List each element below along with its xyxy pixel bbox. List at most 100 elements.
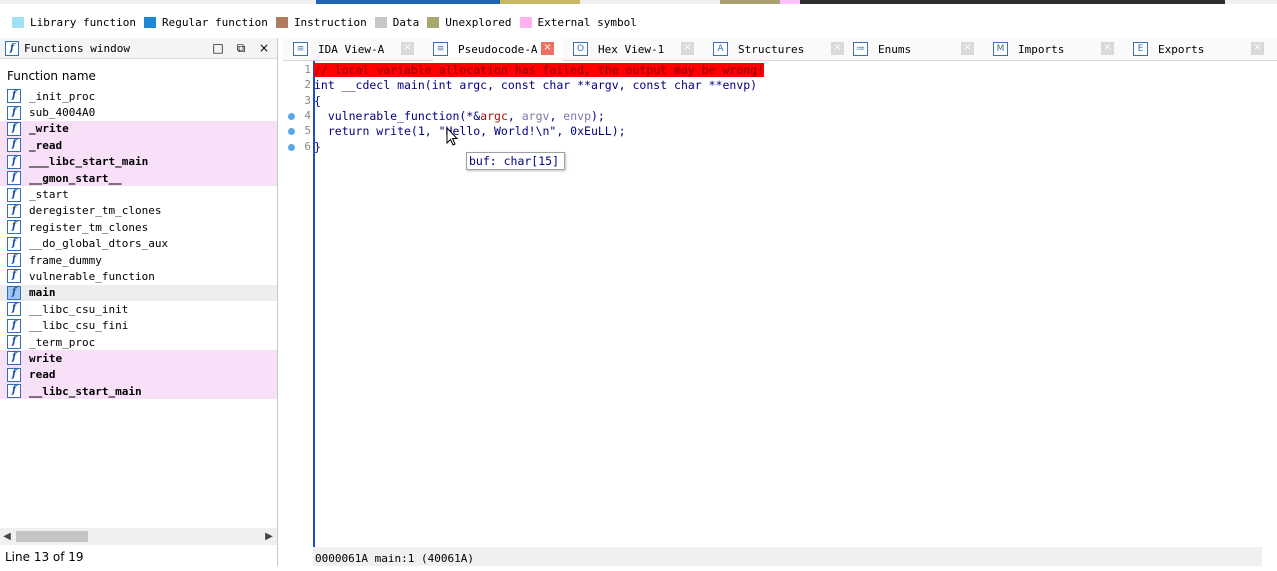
- function-name: __gmon_start__: [29, 171, 122, 185]
- function-name: main: [29, 286, 56, 300]
- code-token-argv[interactable]: argv: [522, 109, 550, 123]
- function-row[interactable]: f ___libc_start_main: [0, 153, 277, 170]
- tab-label: Enums: [878, 42, 912, 56]
- horizontal-scrollbar[interactable]: ◀ ▶: [0, 528, 277, 545]
- code-line-4[interactable]: vulnerable_function(*&argc, argv, envp);: [314, 109, 605, 123]
- tab-view-icon: A: [713, 42, 728, 56]
- tab-view-icon: ≡: [433, 42, 448, 56]
- navigation-band[interactable]: [0, 0, 1277, 4]
- tab-structures[interactable]: A Structures ×: [713, 38, 853, 60]
- function-row[interactable]: f __libc_start_main: [0, 383, 277, 400]
- scroll-left-icon[interactable]: ◀: [0, 528, 14, 545]
- scroll-right-icon[interactable]: ▶: [262, 528, 276, 545]
- function-icon: f: [7, 187, 21, 202]
- function-name: _init_proc: [29, 89, 96, 103]
- tab-label: Pseudocode-A: [458, 42, 538, 56]
- legend-swatch: [143, 16, 156, 28]
- code-token-argc[interactable]: argc: [480, 109, 508, 123]
- function-row[interactable]: f __libc_csu_fini: [0, 317, 277, 333]
- tab-view-icon: ≔: [853, 42, 868, 56]
- variable-tooltip: buf: char[15]: [466, 152, 565, 170]
- line-number: 3: [304, 94, 311, 107]
- legend-label: External symbol: [537, 15, 637, 29]
- function-row[interactable]: f register_tm_clones: [0, 219, 277, 235]
- code-token-envp[interactable]: envp: [563, 109, 591, 123]
- tab-label: Imports: [1018, 42, 1065, 56]
- functions-window-header: f Functions window □ ⧉ ×: [0, 38, 277, 59]
- function-row[interactable]: f vulnerable_function: [0, 268, 277, 284]
- function-row[interactable]: f _init_proc: [0, 88, 277, 104]
- breakpoint-dot-icon[interactable]: [288, 128, 295, 135]
- tab-close-icon[interactable]: ×: [681, 42, 694, 55]
- function-name: deregister_tm_clones: [29, 204, 162, 218]
- nav-segment-data: [500, 0, 580, 4]
- function-row[interactable]: f __do_global_dtors_aux: [0, 236, 277, 252]
- tab-close-icon[interactable]: ×: [1251, 42, 1264, 55]
- tab-close-icon[interactable]: ×: [1101, 42, 1114, 55]
- tab-imports[interactable]: M Imports ×: [993, 38, 1123, 60]
- legend-item: Data: [374, 16, 419, 29]
- code-line-6[interactable]: }: [314, 140, 321, 154]
- scrollbar-thumb[interactable]: [16, 531, 88, 542]
- tab-close-icon[interactable]: ×: [541, 42, 554, 55]
- function-row[interactable]: f _read: [0, 137, 277, 154]
- code-line-2[interactable]: int __cdecl main(int argc, const char **…: [314, 78, 757, 92]
- code-line-3[interactable]: {: [314, 94, 321, 108]
- breakpoint-dot-icon[interactable]: [288, 113, 295, 120]
- function-row[interactable]: f __gmon_start__: [0, 169, 277, 187]
- function-icon: f: [5, 40, 19, 56]
- line-number: 4: [304, 109, 311, 122]
- function-name: write: [29, 351, 63, 365]
- code-line-5[interactable]: return write(1, "Hello, World!\n", 0xEuL…: [314, 124, 626, 138]
- tab-ida-view-a[interactable]: ≡ IDA View-A ×: [293, 38, 423, 60]
- function-icon: f: [7, 253, 21, 268]
- legend-swatch: [374, 16, 387, 28]
- function-row[interactable]: f write: [0, 350, 277, 367]
- function-name: frame_dummy: [29, 253, 102, 267]
- legend-label: Library function: [30, 15, 136, 29]
- tab-pseudocode-a[interactable]: ≡ Pseudocode-A ×: [433, 38, 563, 62]
- function-name: _write: [29, 122, 69, 136]
- code-token: );: [591, 109, 605, 123]
- function-icon: f: [7, 335, 21, 350]
- tab-exports[interactable]: E Exports ×: [1133, 38, 1273, 60]
- function-name: _term_proc: [29, 335, 96, 349]
- function-row[interactable]: f main: [0, 284, 277, 302]
- function-icon: f: [7, 89, 21, 104]
- tab-view-icon: M: [993, 42, 1008, 56]
- tab-close-icon[interactable]: ×: [961, 42, 974, 55]
- pseudocode-view[interactable]: 1 2 3 4 5 6 // local variable allocation has …: [283, 61, 1277, 547]
- function-row[interactable]: f _write: [0, 120, 277, 138]
- function-icon: f: [7, 138, 21, 153]
- tab-close-icon[interactable]: ×: [831, 42, 844, 55]
- function-list: f _init_proc f sub_4004A0 f _write f _read f ___l…: [0, 88, 277, 400]
- float-window-icon[interactable]: ⧉: [233, 40, 249, 56]
- function-row[interactable]: f _start: [0, 186, 277, 202]
- tab-view-icon: O: [573, 42, 588, 56]
- functions-window: f Functions window □ ⧉ × Function name f…: [0, 38, 278, 566]
- function-row[interactable]: f sub_4004A0: [0, 104, 277, 120]
- column-header-function-name[interactable]: Function name: [0, 65, 277, 87]
- function-row[interactable]: f _term_proc: [0, 334, 277, 350]
- function-icon: f: [7, 367, 21, 382]
- tab-hex-view-1[interactable]: O Hex View-1 ×: [573, 38, 703, 60]
- function-icon: f: [7, 302, 21, 317]
- function-row[interactable]: f frame_dummy: [0, 252, 277, 268]
- code-line-1[interactable]: // local variable allocation has failed,…: [314, 63, 765, 77]
- function-name: ___libc_start_main: [29, 155, 149, 169]
- tab-close-icon[interactable]: ×: [401, 42, 414, 55]
- close-icon[interactable]: ×: [256, 40, 272, 56]
- tab-enums[interactable]: ≔ Enums ×: [853, 38, 983, 60]
- function-row[interactable]: f read: [0, 366, 277, 384]
- function-icon: f: [7, 285, 21, 300]
- function-icon: f: [7, 318, 21, 333]
- line-number: 2: [304, 78, 311, 91]
- breakpoint-dot-icon[interactable]: [288, 144, 295, 151]
- function-icon: f: [7, 220, 21, 235]
- function-row[interactable]: f deregister_tm_clones: [0, 203, 277, 219]
- function-row[interactable]: f __libc_csu_init: [0, 301, 277, 317]
- tab-view-icon: E: [1133, 42, 1148, 56]
- restore-icon[interactable]: □: [210, 40, 226, 56]
- function-name: _start: [29, 188, 69, 202]
- tab-label: Exports: [1158, 42, 1205, 56]
